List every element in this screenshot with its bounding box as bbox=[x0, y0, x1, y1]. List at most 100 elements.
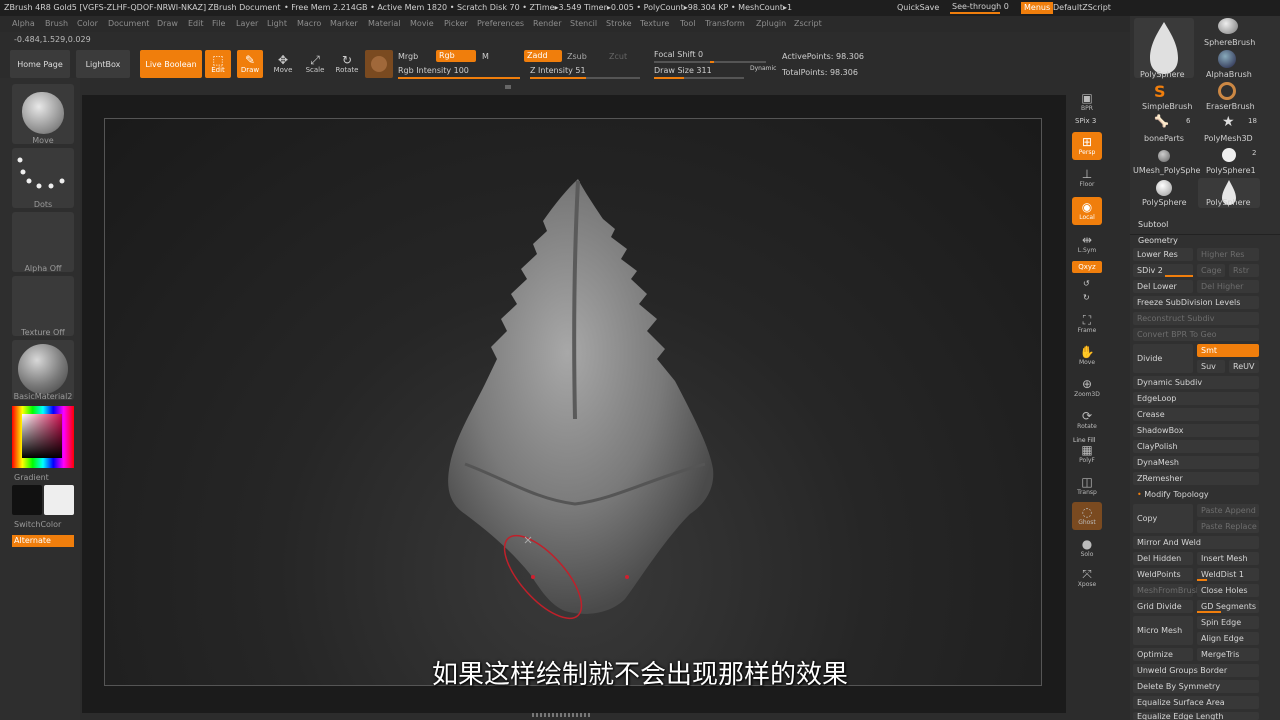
suv-toggle[interactable]: Suv bbox=[1197, 360, 1225, 373]
draw-size-slider[interactable]: Draw Size 311 bbox=[654, 66, 744, 79]
boneparts-icon[interactable]: 🦴 bbox=[1154, 114, 1169, 128]
local-button[interactable]: ◉ Local bbox=[1072, 197, 1102, 225]
z-intensity-slider[interactable]: Z Intensity 51 bbox=[530, 66, 640, 79]
convert-bpr-button[interactable]: Convert BPR To Geo bbox=[1133, 328, 1259, 341]
menu-zscript[interactable]: Zscript bbox=[794, 19, 822, 29]
cage-button[interactable]: Cage bbox=[1197, 264, 1225, 277]
menu-alpha[interactable]: Alpha bbox=[12, 19, 35, 29]
menu-stencil[interactable]: Stencil bbox=[570, 19, 597, 29]
menus-toggle[interactable]: Menus bbox=[1021, 2, 1054, 14]
mrgb-toggle[interactable]: Mrgb bbox=[398, 52, 418, 62]
menu-tool[interactable]: Tool bbox=[680, 19, 696, 29]
subtool-header[interactable]: Subtool bbox=[1138, 220, 1168, 230]
polyf-button[interactable]: ▦ PolyF bbox=[1072, 440, 1102, 468]
tool-name-6[interactable]: PolyMesh3D bbox=[1204, 134, 1253, 144]
bottom-drag-handle[interactable] bbox=[532, 713, 592, 717]
rgb-intensity-slider[interactable]: Rgb Intensity 100 bbox=[398, 66, 520, 79]
transp-button[interactable]: ◫ Transp bbox=[1072, 472, 1102, 500]
spin-edge-button[interactable]: Spin Edge bbox=[1197, 616, 1259, 629]
menu-stroke[interactable]: Stroke bbox=[606, 19, 632, 29]
equalize-edge-length-button[interactable]: Equalize Edge Length bbox=[1133, 712, 1259, 720]
focal-shift-slider[interactable]: Focal Shift 0 bbox=[654, 50, 766, 63]
menu-movie[interactable]: Movie bbox=[410, 19, 434, 29]
alphabrush-icon[interactable] bbox=[1218, 50, 1236, 68]
tool-name-4[interactable]: EraserBrush bbox=[1206, 102, 1255, 112]
tool-name-7[interactable]: UMesh_PolySphe bbox=[1133, 166, 1200, 176]
copy-button[interactable]: Copy bbox=[1133, 504, 1193, 533]
floor-button[interactable]: ⊥ Floor bbox=[1072, 164, 1102, 192]
tool-name-1[interactable]: SphereBrush bbox=[1204, 38, 1255, 48]
menu-macro[interactable]: Macro bbox=[297, 19, 321, 29]
xyz-button[interactable]: Qxyz bbox=[1072, 261, 1102, 273]
alternate-button[interactable]: Alternate bbox=[12, 535, 74, 547]
align-edge-button[interactable]: Align Edge bbox=[1197, 632, 1259, 645]
switchcolor-button[interactable]: SwitchColor bbox=[14, 520, 61, 530]
rstr-button[interactable]: Rstr bbox=[1229, 264, 1259, 277]
move-view-button[interactable]: ✋ Move bbox=[1072, 342, 1102, 370]
alpha-selector[interactable] bbox=[12, 212, 74, 272]
umesh-icon[interactable] bbox=[1158, 150, 1170, 162]
quicksave-button[interactable]: QuickSave bbox=[897, 3, 939, 13]
color-picker[interactable] bbox=[12, 406, 74, 468]
claypolish-section[interactable]: ClayPolish bbox=[1133, 440, 1259, 453]
menu-edit[interactable]: Edit bbox=[188, 19, 204, 29]
equalize-surface-area-button[interactable]: Equalize Surface Area bbox=[1133, 696, 1259, 709]
scale-button[interactable]: ⤢ Scale bbox=[302, 50, 328, 78]
freeze-subdiv-button[interactable]: Freeze SubDivision Levels bbox=[1133, 296, 1259, 309]
rotate-view-button[interactable]: ⟳ Rotate bbox=[1072, 406, 1102, 434]
insert-mesh-button[interactable]: Insert Mesh bbox=[1197, 552, 1259, 565]
rgb-toggle[interactable]: Rgb bbox=[436, 50, 476, 62]
tool-name-8[interactable]: PolySphere1 bbox=[1206, 166, 1256, 176]
stroke-selector[interactable] bbox=[12, 148, 74, 208]
default-zscript-button[interactable]: DefaultZScript bbox=[1053, 3, 1111, 13]
polysphere1-icon[interactable] bbox=[1222, 148, 1236, 162]
edit-button[interactable]: ⬚ Edit bbox=[205, 50, 231, 78]
polymesh3d-icon[interactable]: ★ bbox=[1222, 114, 1235, 130]
zadd-toggle[interactable]: Zadd bbox=[524, 50, 562, 62]
secondary-color-swatch[interactable] bbox=[44, 485, 74, 515]
xpose-button[interactable]: ⤧ Xpose bbox=[1072, 564, 1102, 592]
primary-color-swatch[interactable] bbox=[12, 485, 42, 515]
rotate-button[interactable]: ↻ Rotate bbox=[334, 50, 360, 78]
spix-slider[interactable]: SPix 3 bbox=[1075, 116, 1096, 126]
menu-zplugin[interactable]: Zplugin bbox=[756, 19, 786, 29]
draw-button[interactable]: ✎ Draw bbox=[237, 50, 263, 78]
m-toggle[interactable]: M bbox=[482, 52, 489, 62]
zremesher-section[interactable]: ZRemesher bbox=[1133, 472, 1259, 485]
y-axis-icon[interactable]: ↺ bbox=[1083, 279, 1090, 289]
see-through-slider[interactable]: See-through 0 bbox=[952, 2, 1009, 12]
micro-mesh-button[interactable]: Micro Mesh bbox=[1133, 616, 1193, 645]
tool-name-9[interactable]: PolySphere bbox=[1142, 198, 1187, 208]
paste-append-button[interactable]: Paste Append bbox=[1197, 504, 1259, 517]
move-button[interactable]: ✥ Move bbox=[270, 50, 296, 78]
menu-draw[interactable]: Draw bbox=[157, 19, 178, 29]
zsub-toggle[interactable]: Zsub bbox=[567, 52, 587, 62]
toolbar-drag-handle[interactable] bbox=[505, 85, 511, 89]
tool-name-5[interactable]: boneParts bbox=[1144, 134, 1184, 144]
mesh-from-brush-button[interactable]: MeshFromBrush bbox=[1133, 584, 1201, 597]
crease-section[interactable]: Crease bbox=[1133, 408, 1259, 421]
z-axis-icon[interactable]: ↻ bbox=[1083, 293, 1090, 303]
home-page-button[interactable]: Home Page bbox=[10, 50, 70, 78]
document-canvas[interactable] bbox=[104, 118, 1042, 686]
brush-selector[interactable] bbox=[12, 84, 74, 144]
mirror-weld-button[interactable]: Mirror And Weld bbox=[1133, 536, 1259, 549]
dynamesh-section[interactable]: DynaMesh bbox=[1133, 456, 1259, 469]
paste-replace-button[interactable]: Paste Replace bbox=[1197, 520, 1259, 533]
texture-selector[interactable] bbox=[12, 276, 74, 336]
del-hidden-button[interactable]: Del Hidden bbox=[1133, 552, 1193, 565]
reuv-toggle[interactable]: ReUV bbox=[1229, 360, 1259, 373]
smt-toggle[interactable]: Smt bbox=[1197, 344, 1259, 357]
shadowbox-section[interactable]: ShadowBox bbox=[1133, 424, 1259, 437]
menu-color[interactable]: Color bbox=[77, 19, 98, 29]
lsym-button[interactable]: ⇹ L.Sym bbox=[1072, 230, 1102, 258]
tool-name-3[interactable]: SimpleBrush bbox=[1142, 102, 1192, 112]
tool-name-10[interactable]: PolySphere bbox=[1206, 198, 1251, 208]
menu-picker[interactable]: Picker bbox=[444, 19, 468, 29]
color-picker-square[interactable] bbox=[22, 414, 62, 458]
menu-brush[interactable]: Brush bbox=[45, 19, 68, 29]
menu-transform[interactable]: Transform bbox=[705, 19, 745, 29]
zoom3d-button[interactable]: ⊕ Zoom3D bbox=[1072, 374, 1102, 402]
grid-divide-button[interactable]: Grid Divide bbox=[1133, 600, 1193, 613]
ghost-button[interactable]: ◌ Ghost bbox=[1072, 502, 1102, 530]
